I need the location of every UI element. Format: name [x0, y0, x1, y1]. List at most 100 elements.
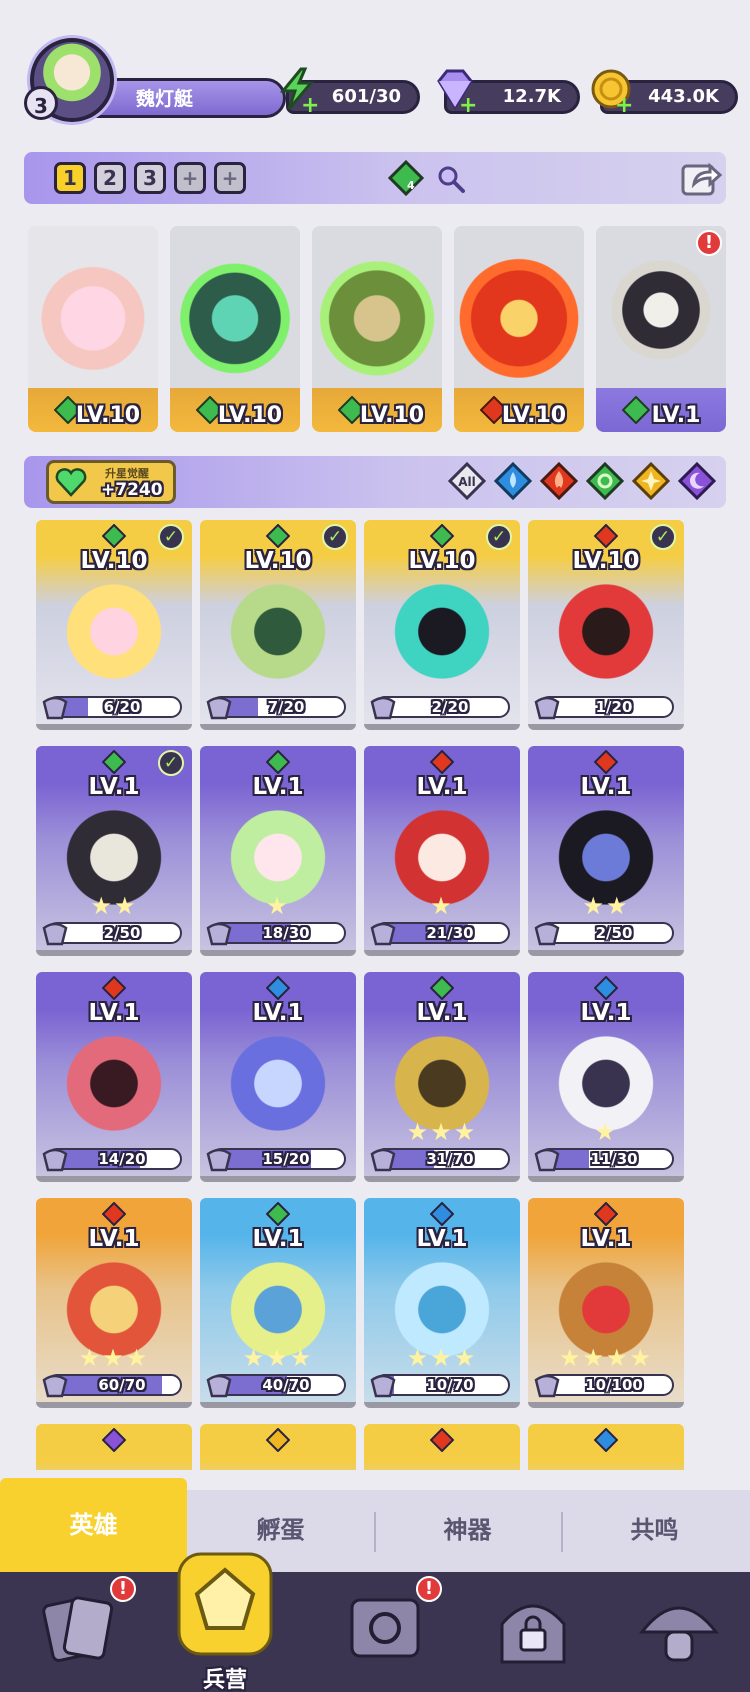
- star-rating: ★★★: [242, 1344, 314, 1372]
- shard-icon: [206, 1148, 232, 1172]
- hero-card[interactable]: LV.1 ★ 11/30: [528, 972, 684, 1182]
- top-bar: 3 魏灯艇 + 601/30 + 12.7K + 443.0K: [0, 0, 750, 140]
- filter-water-icon[interactable]: [494, 462, 532, 500]
- awaken-value: +7240: [101, 480, 163, 500]
- hero-level: LV.1: [88, 774, 140, 800]
- share-icon[interactable]: [680, 158, 722, 198]
- energy-value: 601/30: [331, 86, 401, 107]
- team-slot-1[interactable]: LV.10: [28, 226, 158, 432]
- water-element-icon: [594, 1428, 618, 1452]
- filter-light-icon[interactable]: [632, 462, 670, 500]
- nav-book[interactable]: !: [330, 1576, 450, 1684]
- hero-card[interactable]: LV.1 ★★ 2/50: [528, 746, 684, 956]
- hero-card[interactable]: LV.1 ★★★ 60/70: [36, 1198, 192, 1408]
- hero-portrait: [312, 226, 442, 394]
- team-tab-3[interactable]: 3: [134, 162, 166, 194]
- wind-gem-icon[interactable]: [388, 160, 424, 196]
- wind-element-icon: [430, 524, 454, 548]
- nav-mushroom[interactable]: [624, 1580, 744, 1684]
- hero-card[interactable]: [528, 1424, 684, 1470]
- hero-card[interactable]: LV.1 14/20: [36, 972, 192, 1182]
- filter-all-label: All: [458, 475, 476, 489]
- nav-barracks[interactable]: 兵营: [165, 1544, 285, 1692]
- hero-card[interactable]: LV.1 ★ 18/30: [200, 746, 356, 956]
- gold-resource[interactable]: + 443.0K: [591, 69, 738, 117]
- add-team-button[interactable]: +: [214, 162, 246, 194]
- filter-wind-icon[interactable]: [586, 462, 624, 500]
- hero-card[interactable]: LV.1 ★★★ 40/70: [200, 1198, 356, 1408]
- hero-level: LV.1: [580, 774, 632, 800]
- hero-level: LV.1: [416, 774, 468, 800]
- team-lineup: LV.10 LV.10 LV.10 LV.10 LV.1 !: [28, 226, 728, 432]
- awaken-button[interactable]: 升星觉醒 +7240: [46, 460, 176, 504]
- gem-plus-icon[interactable]: +: [459, 95, 477, 117]
- energy-plus-icon[interactable]: +: [301, 95, 319, 117]
- hero-portrait: [200, 1464, 356, 1470]
- hero-card[interactable]: LV.1 ★ 21/30: [364, 746, 520, 956]
- add-team-button[interactable]: +: [174, 162, 206, 194]
- nav-cards[interactable]: !: [24, 1576, 144, 1684]
- energy-resource[interactable]: + 601/30: [279, 67, 420, 117]
- wind-element-icon: [266, 1202, 290, 1226]
- hero-level: LV.1: [252, 1000, 304, 1026]
- tab-artifacts[interactable]: 神器: [374, 1490, 561, 1572]
- check-icon: ✓: [322, 524, 348, 550]
- team-slot-5[interactable]: LV.1 !: [596, 226, 726, 432]
- team-tab-2[interactable]: 2: [94, 162, 126, 194]
- light-element-icon: [266, 1428, 290, 1452]
- hero-portrait: [36, 1464, 192, 1470]
- hero-card[interactable]: [200, 1424, 356, 1470]
- hero-card[interactable]: LV.1 ★★★ 10/70: [364, 1198, 520, 1408]
- team-slot-2[interactable]: LV.10: [170, 226, 300, 432]
- tab-resonance[interactable]: 共鸣: [561, 1490, 748, 1572]
- fire-element-icon: [594, 750, 618, 774]
- star-rating: ★★★: [406, 1344, 478, 1372]
- hero-card[interactable]: LV.1 15/20: [200, 972, 356, 1182]
- shard-icon: [534, 1374, 560, 1398]
- heart-icon: [55, 468, 87, 497]
- gold-plus-icon[interactable]: +: [615, 95, 633, 117]
- hero-level: LV.10: [244, 548, 312, 574]
- alert-badge: !: [110, 1576, 136, 1602]
- shard-icon: [42, 922, 68, 946]
- hero-level: LV.1: [88, 1226, 140, 1252]
- hero-card[interactable]: LV.1 ★★★ 31/70: [364, 972, 520, 1182]
- hero-level: LV.1: [88, 1000, 140, 1026]
- nav-locked[interactable]: [478, 1580, 598, 1684]
- shard-icon: [206, 922, 232, 946]
- hero-card[interactable]: LV.1 ✓ ★★ 2/50: [36, 746, 192, 956]
- shard-icon: [206, 1374, 232, 1398]
- hero-card[interactable]: LV.10 ✓ 1/20: [528, 520, 684, 730]
- hero-card[interactable]: LV.10 ✓ 7/20: [200, 520, 356, 730]
- team-slot-3[interactable]: LV.10: [312, 226, 442, 432]
- gem-resource[interactable]: + 12.7K: [437, 69, 580, 117]
- hero-card[interactable]: LV.1 ★★★★ 10/100: [528, 1198, 684, 1408]
- team-slot-4[interactable]: LV.10: [454, 226, 584, 432]
- filter-dark-icon[interactable]: [678, 462, 716, 500]
- shard-icon: [370, 1148, 396, 1172]
- hero-portrait: [200, 560, 356, 690]
- search-icon[interactable]: [436, 164, 466, 194]
- hero-portrait: [36, 560, 192, 690]
- hero-level: LV.10: [408, 548, 476, 574]
- hero-portrait: [454, 226, 584, 394]
- hero-card[interactable]: LV.10 ✓ 6/20: [36, 520, 192, 730]
- tab-heroes[interactable]: 英雄: [0, 1478, 187, 1572]
- team-tab-1[interactable]: 1: [54, 162, 86, 194]
- player-profile[interactable]: 3 魏灯艇: [24, 38, 286, 124]
- hero-card[interactable]: [364, 1424, 520, 1470]
- hero-portrait: [364, 560, 520, 690]
- filter-all-button[interactable]: All: [448, 462, 486, 500]
- book-icon: [350, 1598, 420, 1658]
- star-rating: ★: [594, 1118, 618, 1146]
- wind-element-icon: [430, 976, 454, 1000]
- barracks-icon: [177, 1552, 273, 1656]
- hero-card[interactable]: LV.10 ✓ 2/20: [364, 520, 520, 730]
- star-rating: ★★: [90, 892, 138, 920]
- water-element-icon: [266, 976, 290, 1000]
- hero-level: LV.1: [252, 774, 304, 800]
- shard-icon: [42, 696, 68, 720]
- mushroom-icon: [638, 1606, 720, 1662]
- filter-fire-icon[interactable]: [540, 462, 578, 500]
- hero-card[interactable]: [36, 1424, 192, 1470]
